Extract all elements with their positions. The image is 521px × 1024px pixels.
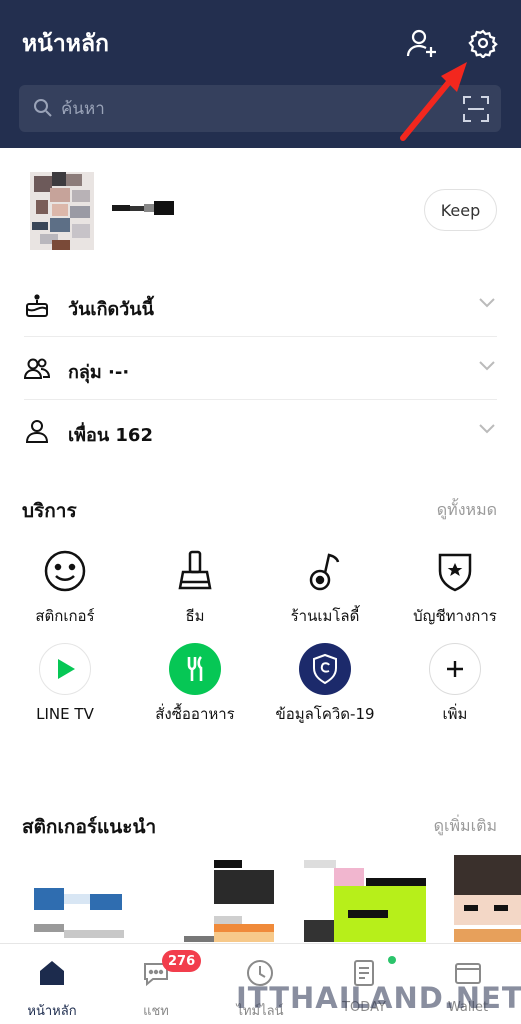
new-content-dot [388, 956, 396, 964]
service-stickers[interactable]: สติกเกอร์ [0, 545, 130, 627]
nav-chat[interactable]: 276 แชท [104, 950, 208, 1021]
chevron-down-icon [479, 361, 495, 371]
services-title: บริการ [22, 500, 77, 522]
covid-shield-icon [313, 653, 337, 685]
service-line-tv[interactable]: LINE TV [0, 643, 130, 725]
profile-name-redacted [112, 201, 174, 215]
friend-icon [25, 420, 49, 443]
fork-icon [187, 656, 203, 681]
service-add-more[interactable]: เพิ่ม [390, 643, 520, 725]
birthday-row[interactable]: วันเกิดวันนี้ [24, 274, 497, 337]
groups-row[interactable]: กลุ่ม ·-· [24, 337, 497, 400]
page-title: หน้าหลัก [22, 31, 109, 57]
sticker-thumbnail[interactable] [184, 860, 276, 942]
service-themes[interactable]: ธีม [130, 545, 260, 627]
add-friend-icon [406, 29, 436, 57]
recommended-stickers-title: สติกเกอร์แนะนำ [22, 816, 157, 838]
search-input[interactable] [61, 95, 441, 123]
service-food-order[interactable]: สั่งซื้ออาหาร [130, 643, 260, 725]
plus-icon [447, 661, 463, 677]
chevron-down-icon [479, 298, 495, 308]
home-icon [40, 961, 64, 985]
birthday-label: วันเกิดวันนี้ [68, 299, 154, 320]
sticker-thumbnail[interactable] [304, 860, 426, 942]
chevron-down-icon [479, 424, 495, 434]
gear-icon [468, 29, 498, 58]
avatar[interactable] [30, 172, 94, 250]
services-see-all-link[interactable]: ดูทั้งหมด [437, 498, 497, 523]
settings-button[interactable] [466, 26, 500, 60]
brush-icon [178, 550, 212, 590]
search-icon [34, 99, 52, 117]
watermark: ITTHAILAND.NET [236, 981, 521, 1015]
service-melody[interactable]: ร้านเมโลดี้ [260, 545, 390, 627]
stickers-see-more-link[interactable]: ดูเพิ่มเติม [434, 814, 497, 839]
sticker-thumbnail[interactable] [454, 855, 521, 942]
group-icon [24, 358, 50, 379]
service-official-accounts[interactable]: บัญชีทางการ [390, 545, 520, 627]
add-friend-button[interactable] [405, 26, 439, 60]
music-note-icon [309, 553, 340, 591]
groups-label: กลุ่ม ·-· [68, 362, 130, 383]
smiley-icon [44, 550, 86, 592]
nav-home[interactable]: หน้าหลัก [0, 958, 104, 1021]
keep-button[interactable]: Keep [424, 189, 497, 231]
cake-icon [26, 294, 48, 317]
profile-section[interactable]: Keep [0, 148, 521, 266]
friends-label: เพื่อน 162 [68, 425, 153, 446]
friends-row[interactable]: เพื่อน 162 [24, 400, 497, 463]
unread-badge: 276 [162, 950, 202, 972]
service-covid-info[interactable]: ข้อมูลโควิด-19 [260, 643, 390, 725]
sticker-thumbnail[interactable] [30, 880, 130, 942]
annotation-arrow [400, 62, 467, 141]
shield-star-icon [438, 553, 472, 592]
play-icon [58, 659, 75, 679]
